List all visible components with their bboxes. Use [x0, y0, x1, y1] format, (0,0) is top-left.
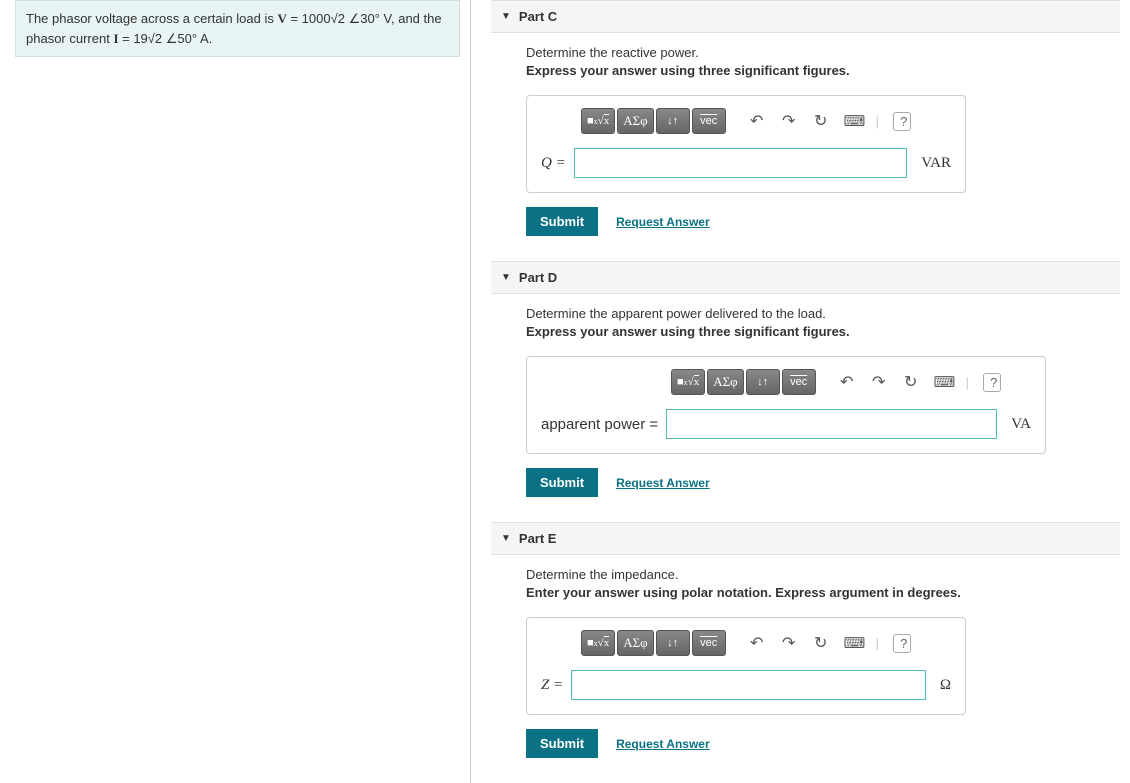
- part-d-request-answer-link[interactable]: Request Answer: [616, 476, 710, 490]
- part-c: ▼ Part C Determine the reactive power. E…: [491, 0, 1120, 241]
- part-e-toolbar: ■x√x ΑΣφ ↓↑ vec ↶ ↷ ↻ ⌨ | ?: [541, 630, 951, 656]
- part-e-request-answer-link[interactable]: Request Answer: [616, 737, 710, 751]
- part-c-instructions: Express your answer using three signific…: [526, 63, 1110, 78]
- scripts-button[interactable]: ↓↑: [746, 369, 780, 395]
- part-e-header[interactable]: ▼ Part E: [491, 522, 1120, 555]
- part-c-submit-button[interactable]: Submit: [526, 207, 598, 236]
- part-e: ▼ Part E Determine the impedance. Enter …: [491, 522, 1120, 763]
- keyboard-icon[interactable]: ⌨: [844, 634, 862, 652]
- part-c-request-answer-link[interactable]: Request Answer: [616, 215, 710, 229]
- part-d-header[interactable]: ▼ Part D: [491, 261, 1120, 294]
- part-d-toolbar: ■x√x ΑΣφ ↓↑ vec ↶ ↷ ↻ ⌨ | ?: [541, 369, 1031, 395]
- voltage-symbol: V: [277, 11, 286, 26]
- part-d-instructions: Express your answer using three signific…: [526, 324, 1110, 339]
- current-value: = 19√2 ∠50° A: [119, 31, 209, 46]
- part-d-answer-input[interactable]: [666, 409, 997, 439]
- undo-icon[interactable]: ↶: [748, 111, 766, 131]
- redo-icon[interactable]: ↷: [780, 633, 798, 653]
- part-c-answer-box: ■x√x ΑΣφ ↓↑ vec ↶ ↷ ↻ ⌨ | ?: [526, 95, 966, 193]
- greek-button[interactable]: ΑΣφ: [617, 630, 653, 656]
- part-d-answer-box: ■x√x ΑΣφ ↓↑ vec ↶ ↷ ↻ ⌨ | ?: [526, 356, 1046, 454]
- reset-icon[interactable]: ↻: [812, 633, 830, 653]
- vec-button[interactable]: vec: [692, 630, 726, 656]
- part-e-unit: Ω: [934, 677, 951, 694]
- help-icon[interactable]: ?: [893, 634, 911, 653]
- undo-icon[interactable]: ↶: [838, 372, 856, 392]
- help-icon[interactable]: ?: [983, 373, 1001, 392]
- greek-button[interactable]: ΑΣφ: [707, 369, 743, 395]
- part-c-prompt: Determine the reactive power.: [526, 45, 1110, 60]
- problem-text: The phasor voltage across a certain load…: [26, 11, 277, 26]
- part-e-title: Part E: [519, 531, 557, 546]
- vec-button[interactable]: vec: [692, 108, 726, 134]
- help-icon[interactable]: ?: [893, 112, 911, 131]
- keyboard-icon[interactable]: ⌨: [934, 373, 952, 391]
- part-d-unit: VA: [1005, 416, 1031, 433]
- templates-button[interactable]: ■x√x: [671, 369, 705, 395]
- undo-icon[interactable]: ↶: [748, 633, 766, 653]
- part-e-submit-button[interactable]: Submit: [526, 729, 598, 758]
- voltage-value: = 1000√2 ∠30° V: [287, 11, 391, 26]
- part-d-submit-button[interactable]: Submit: [526, 468, 598, 497]
- caret-down-icon: ▼: [501, 272, 511, 283]
- templates-button[interactable]: ■x√x: [581, 630, 615, 656]
- templates-button[interactable]: ■x√x: [581, 108, 615, 134]
- reset-icon[interactable]: ↻: [902, 372, 920, 392]
- scripts-button[interactable]: ↓↑: [656, 108, 690, 134]
- redo-icon[interactable]: ↷: [870, 372, 888, 392]
- greek-button[interactable]: ΑΣφ: [617, 108, 653, 134]
- keyboard-icon[interactable]: ⌨: [844, 112, 862, 130]
- part-c-title: Part C: [519, 9, 557, 24]
- part-e-answer-box: ■x√x ΑΣφ ↓↑ vec ↶ ↷ ↻ ⌨ | ?: [526, 617, 966, 715]
- separator: |: [876, 636, 879, 651]
- part-e-instructions: Enter your answer using polar notation. …: [526, 585, 1110, 600]
- separator: |: [966, 375, 969, 390]
- caret-down-icon: ▼: [501, 533, 511, 544]
- vec-button[interactable]: vec: [782, 369, 816, 395]
- part-e-answer-input[interactable]: [571, 670, 926, 700]
- part-d-prompt: Determine the apparent power delivered t…: [526, 306, 1110, 321]
- part-c-answer-input[interactable]: [574, 148, 908, 178]
- part-d-title: Part D: [519, 270, 557, 285]
- redo-icon[interactable]: ↷: [780, 111, 798, 131]
- problem-statement: The phasor voltage across a certain load…: [15, 0, 460, 57]
- part-d-var-label: apparent power =: [541, 416, 658, 433]
- part-c-header[interactable]: ▼ Part C: [491, 0, 1120, 33]
- separator: |: [876, 114, 879, 129]
- part-e-var-label: Z =: [541, 677, 563, 694]
- part-e-prompt: Determine the impedance.: [526, 567, 1110, 582]
- scripts-button[interactable]: ↓↑: [656, 630, 690, 656]
- part-c-toolbar: ■x√x ΑΣφ ↓↑ vec ↶ ↷ ↻ ⌨ | ?: [541, 108, 951, 134]
- problem-text-suffix: .: [209, 31, 213, 46]
- part-c-unit: VAR: [915, 155, 951, 172]
- part-c-var-label: Q =: [541, 155, 566, 172]
- caret-down-icon: ▼: [501, 11, 511, 22]
- reset-icon[interactable]: ↻: [812, 111, 830, 131]
- part-d: ▼ Part D Determine the apparent power de…: [491, 261, 1120, 502]
